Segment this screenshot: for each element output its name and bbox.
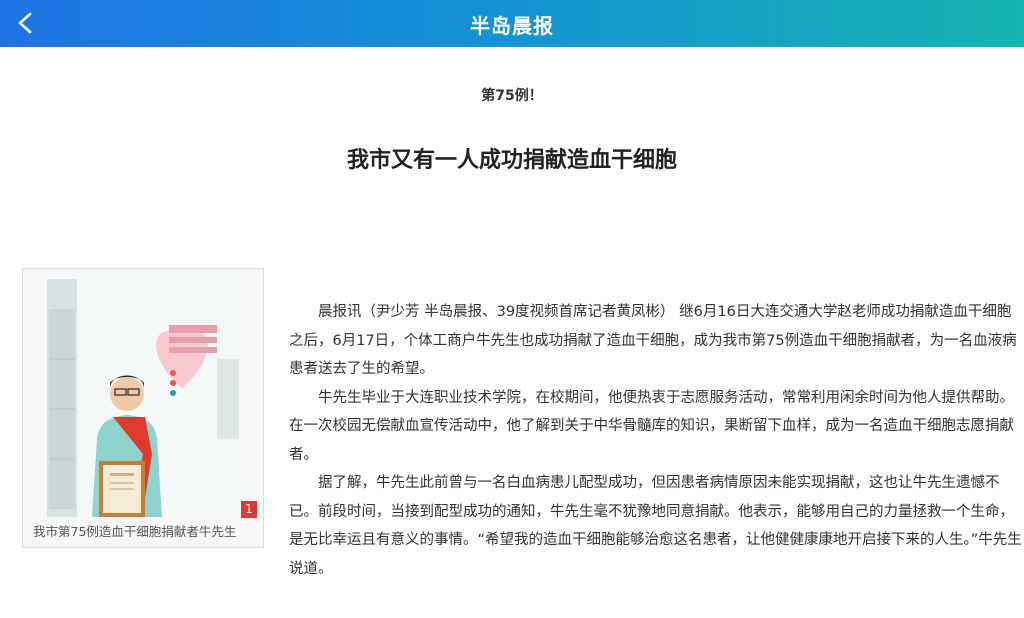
photo-caption: 我市第75例造血干细胞捐献者牛先生 [33, 524, 237, 539]
top-bar: 半岛晨报 [0, 0, 1024, 47]
article-paragraph: 牛先生毕业于大连职业技术学院，在校期间，他便热衷于志愿服务活动，常常利用闲余时间… [289, 389, 1014, 463]
article-kicker: 第75例！ [481, 88, 543, 104]
news-photo[interactable] [47, 279, 239, 517]
app-title: 半岛晨报 [470, 14, 554, 38]
article-paragraph: 晨报讯（尹少芳 半岛晨报、39度视频首席记者黄凤彬） 继6月16日大连交通大学赵… [289, 304, 1017, 377]
article-paragraph: 据了解，牛先生此前曾与一名白血病患儿配型成功，但因患者病情原因未能实现捐献，这也… [289, 475, 1022, 577]
donor-photo-illustration [47, 279, 239, 517]
article-headline: 我市又有一人成功捐献造血干细胞 [346, 148, 677, 173]
photo-gallery-card[interactable]: 1 我市第75例造血干细胞捐献者牛先生 [22, 268, 264, 548]
photo-index-badge: 1 [241, 501, 257, 518]
article-body: 晨报讯（尹少芳 半岛晨报、39度视频首席记者黄凤彬） 继6月16日大连交通大学赵… [289, 298, 1022, 583]
